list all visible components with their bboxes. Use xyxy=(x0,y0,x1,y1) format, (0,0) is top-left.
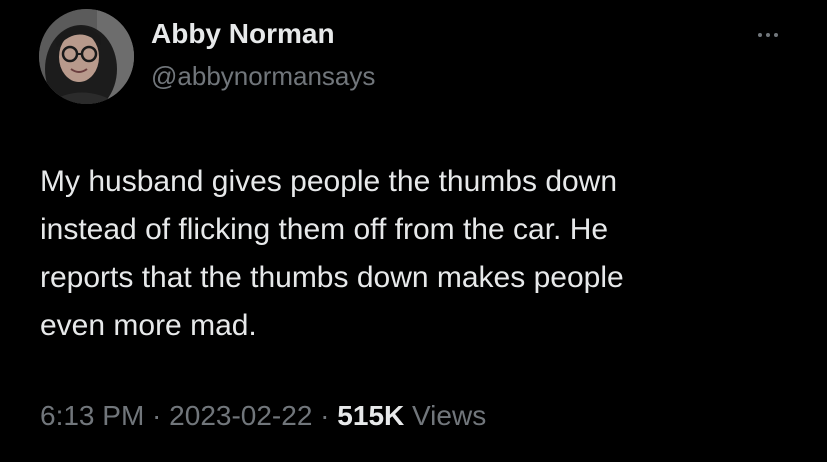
tweet-text-line: even more mad. xyxy=(40,309,257,342)
more-horizontal-icon xyxy=(774,33,778,37)
tweet-time[interactable]: 6:13 PM xyxy=(40,400,144,431)
user-handle[interactable]: @abbynormansays xyxy=(151,61,375,92)
views-label: Views xyxy=(412,400,487,431)
separator: · xyxy=(144,400,170,431)
separator: · xyxy=(312,400,338,431)
tweet: Abby Norman @abbynormansays My husband g… xyxy=(0,0,827,462)
more-options-button[interactable] xyxy=(751,22,785,48)
user-display-name[interactable]: Abby Norman xyxy=(151,18,335,50)
more-horizontal-icon xyxy=(766,33,770,37)
tweet-text-line: reports that the thumbs down makes peopl… xyxy=(40,261,624,294)
avatar-image xyxy=(39,9,134,104)
tweet-text: My husband gives people the thumbs down … xyxy=(40,158,800,350)
tweet-date[interactable]: 2023-02-22 xyxy=(169,400,312,431)
tweet-text-line: My husband gives people the thumbs down xyxy=(40,165,618,198)
avatar[interactable] xyxy=(39,9,134,104)
tweet-text-line: instead of flicking them off from the ca… xyxy=(40,213,609,246)
views-count: 515K xyxy=(337,400,405,431)
tweet-metadata: 6:13 PM · 2023-02-22 · 515K Views xyxy=(40,400,486,432)
more-horizontal-icon xyxy=(758,33,762,37)
